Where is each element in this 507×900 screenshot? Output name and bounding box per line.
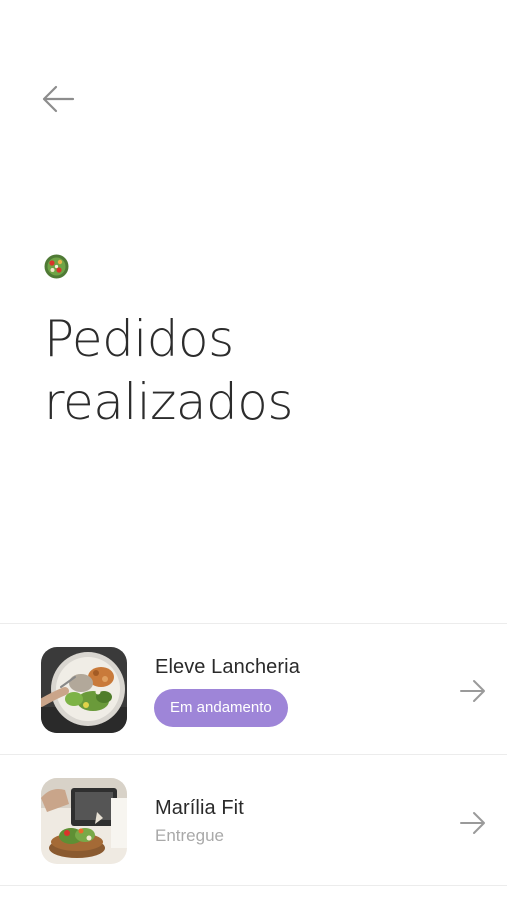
status-badge: Em andamento — [154, 689, 288, 727]
salad-bowl-photo — [41, 647, 127, 733]
page-title: Pedidos realizados — [44, 308, 464, 434]
page-title-line-1: Pedidos — [44, 310, 234, 368]
order-row-eleve-lancheria[interactable]: Eleve Lancheria Em andamento — [0, 624, 507, 754]
arrow-right-icon[interactable] — [459, 677, 487, 705]
back-button[interactable] — [40, 84, 76, 114]
divider — [0, 885, 507, 886]
order-restaurant-name: Marília Fit — [155, 797, 244, 819]
orders-list: Eleve Lancheria Em andamento Marília Fit… — [0, 623, 507, 886]
arrow-left-icon — [42, 85, 75, 113]
page-title-line-2: realizados — [44, 373, 293, 431]
salad-bowl-icon — [44, 254, 69, 279]
order-row-marilia-fit[interactable]: Marília Fit Entregue — [0, 755, 507, 885]
status-text: Entregue — [155, 826, 224, 845]
arrow-right-icon[interactable] — [459, 809, 487, 837]
order-restaurant-name: Eleve Lancheria — [155, 656, 300, 678]
salad-plate-photo — [41, 778, 127, 864]
